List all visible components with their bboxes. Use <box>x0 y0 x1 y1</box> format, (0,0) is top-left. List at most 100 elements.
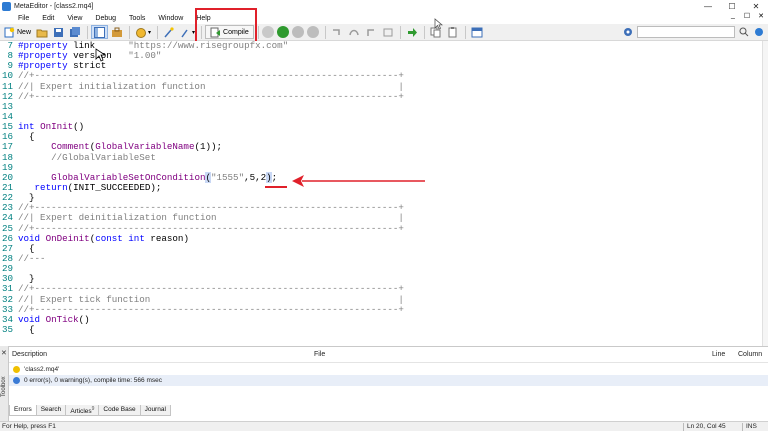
mouse-pointer-icon <box>434 18 443 30</box>
code-editor[interactable]: 7 #property link "https://www.risegroupfx… <box>0 41 762 346</box>
code-text: { <box>18 324 35 335</box>
panel-column-header: Description File Line Column <box>9 351 768 363</box>
toolbar-separator <box>157 25 159 39</box>
step-over-button[interactable] <box>346 25 362 39</box>
close-window-button[interactable]: ✕ <box>744 0 768 12</box>
navigator-toggle-button[interactable] <box>91 25 109 39</box>
code-text: void OnDeinit(const int reason) <box>18 232 189 244</box>
open-button[interactable] <box>34 25 50 39</box>
green-arrow-icon <box>407 27 417 37</box>
settings-gear-icon[interactable] <box>623 27 633 37</box>
code-token: ; <box>271 171 278 183</box>
column-description[interactable]: Description <box>12 351 47 358</box>
code-line[interactable]: 35 { <box>0 324 762 335</box>
code-line[interactable]: 12//+-----------------------------------… <box>0 90 762 102</box>
column-line[interactable]: Line <box>712 351 725 358</box>
code-line[interactable]: 8 #property version "1.00" <box>0 50 762 61</box>
cursor-position: Ln 20, Col 45 <box>687 423 726 430</box>
new-file-icon <box>4 27 15 37</box>
status-divider <box>683 423 684 431</box>
doc-minimize-button[interactable]: _ <box>726 12 740 20</box>
wizard-button[interactable] <box>161 25 177 39</box>
code-token: () <box>73 121 85 133</box>
step-into-button[interactable] <box>329 25 345 39</box>
code-text: return(INIT_SUCCEEDED); <box>18 181 162 193</box>
code-token: OnTick <box>45 313 79 325</box>
code-line[interactable]: 34 void OnTick() <box>0 313 762 325</box>
code-line[interactable]: 26 void OnDeinit(const int reason) <box>0 232 762 244</box>
line-number: 24 <box>1 212 13 224</box>
doc-restore-button[interactable]: ☐ <box>740 12 754 20</box>
status-divider <box>742 423 743 431</box>
code-token: //GlobalVariableSet <box>18 151 156 163</box>
code-token: //+-------------------------------------… <box>18 90 404 102</box>
styler-button[interactable]: ▾ <box>133 25 153 39</box>
message-text: 'class2.mq4' <box>24 366 60 373</box>
new-button[interactable]: New <box>2 25 33 39</box>
window-title: MetaEditor - [class2.mq4] <box>14 2 94 10</box>
tab-search[interactable]: Search <box>35 405 67 416</box>
code-line[interactable]: 28//--- <box>0 253 762 264</box>
code-token: const <box>95 232 123 244</box>
close-panel-icon[interactable]: ✕ <box>1 349 7 357</box>
menu-file[interactable]: File <box>18 15 29 22</box>
pause-icon[interactable] <box>291 26 304 38</box>
code-text: //GlobalVariableSet <box>18 151 156 163</box>
code-line[interactable]: 29 <box>0 263 762 274</box>
menu-debug[interactable]: Debug <box>95 15 116 22</box>
search-input[interactable] <box>637 26 735 38</box>
code-line[interactable]: 18 //GlobalVariableSet <box>0 151 762 163</box>
menu-tools[interactable]: Tools <box>129 15 145 22</box>
step-into-icon <box>332 28 340 35</box>
code-line[interactable]: 14 <box>0 111 762 122</box>
maximize-button[interactable]: ☐ <box>720 0 744 12</box>
toolbar-separator <box>399 25 401 39</box>
go-button[interactable] <box>404 25 420 39</box>
line-number: 31 <box>1 283 13 295</box>
code-text: //--- <box>18 253 46 264</box>
insert-mode-indicator: INS <box>746 423 757 430</box>
paste-button[interactable] <box>445 25 461 39</box>
code-token: int <box>128 232 145 244</box>
save-button[interactable] <box>51 25 66 39</box>
debug-start-icon[interactable] <box>261 26 274 38</box>
play-icon[interactable] <box>276 26 289 38</box>
window-layout-icon <box>471 27 483 37</box>
community-icon[interactable] <box>754 27 764 37</box>
code-line[interactable]: 15 int OnInit() <box>0 121 762 133</box>
message-row[interactable]: 0 error(s), 0 warning(s), compile time: … <box>9 375 768 386</box>
menu-window[interactable]: Window <box>158 15 183 22</box>
toolbar-separator <box>324 25 326 39</box>
folder-icon <box>36 29 48 37</box>
code-line[interactable]: 33//+-----------------------------------… <box>0 304 762 315</box>
styler-icon <box>136 27 147 38</box>
code-line[interactable]: 13 <box>0 101 762 112</box>
tab-errors[interactable]: Errors <box>9 405 37 416</box>
menu-edit[interactable]: Edit <box>42 15 54 22</box>
layout-button[interactable] <box>469 25 485 39</box>
code-token: "1555" <box>211 171 245 183</box>
column-file[interactable]: File <box>314 351 325 358</box>
step-over-icon <box>348 29 359 35</box>
tab-journal[interactable]: Journal <box>139 405 171 416</box>
run-to-cursor-button[interactable] <box>380 25 396 39</box>
code-token: () <box>78 313 90 325</box>
info-icon <box>13 377 20 384</box>
toolbox-icon <box>112 27 123 37</box>
tab-articles[interactable]: Articles9 <box>65 405 100 416</box>
minimize-button[interactable]: — <box>696 0 720 12</box>
menu-view[interactable]: View <box>67 15 82 22</box>
step-out-button[interactable] <box>363 25 379 39</box>
toolbar-separator <box>129 25 131 39</box>
save-all-button[interactable] <box>67 25 83 39</box>
editor-vertical-scrollbar[interactable] <box>762 41 768 346</box>
doc-close-button[interactable]: ✕ <box>754 12 768 20</box>
toolbox-toggle-button[interactable] <box>109 25 125 39</box>
column-column[interactable]: Column <box>738 351 762 358</box>
message-row[interactable]: 'class2.mq4' <box>9 364 768 375</box>
stop-icon[interactable] <box>306 26 319 38</box>
code-token: (INIT_SUCCEEDED); <box>67 181 162 193</box>
search-icon[interactable] <box>739 27 749 37</box>
tab-code-base[interactable]: Code Base <box>98 405 141 416</box>
code-line[interactable]: 27 { <box>0 243 762 254</box>
